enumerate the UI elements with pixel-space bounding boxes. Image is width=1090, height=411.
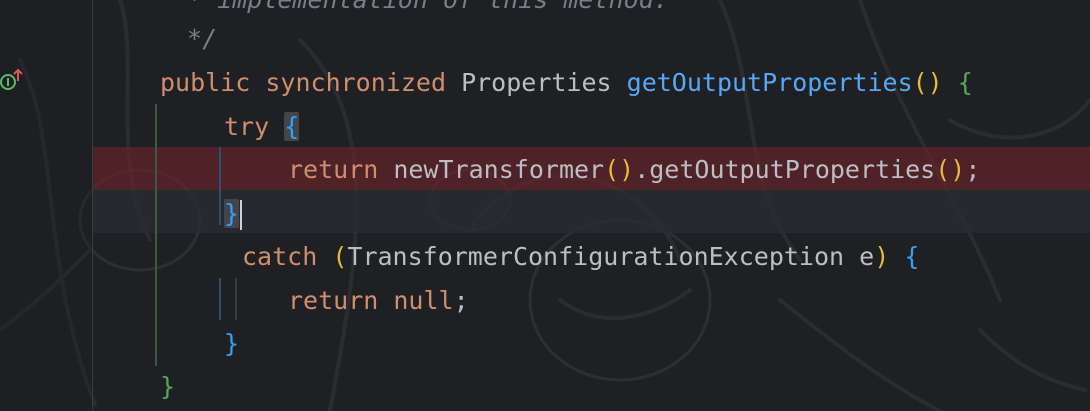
try-close-line[interactable]: } xyxy=(224,192,243,235)
return-transformer-line[interactable]: return newTransformer().getOutputPropert… xyxy=(288,148,980,191)
code-token: ; xyxy=(453,286,469,315)
code-token: try xyxy=(224,112,270,141)
return-null-line[interactable]: return null; xyxy=(288,279,469,322)
method-signature[interactable]: public synchronized Properties getOutput… xyxy=(160,61,973,104)
code-token: ; xyxy=(965,155,981,184)
line-gutter[interactable] xyxy=(0,0,92,411)
code-token: { xyxy=(904,242,920,271)
code-token: catch xyxy=(242,242,318,271)
code-token: } xyxy=(224,199,240,228)
code-token: public xyxy=(160,68,251,97)
current-line-highlight xyxy=(93,190,1090,233)
comment-end[interactable]: */ xyxy=(172,17,217,60)
code-token: { xyxy=(957,68,973,97)
code-token: Properties xyxy=(461,68,612,97)
code-token: } xyxy=(224,329,240,358)
code-token: newTransformer xyxy=(393,155,605,184)
code-token: () xyxy=(912,68,943,97)
comment-line[interactable]: * implementation of this method. xyxy=(172,0,669,21)
try-line[interactable]: try { xyxy=(224,105,300,148)
catch-inner-guide xyxy=(235,278,237,320)
method-scope-guide xyxy=(155,104,157,366)
code-token: () xyxy=(604,155,635,184)
code-token: ( xyxy=(332,242,348,271)
catch-scope-guide xyxy=(219,278,221,320)
catch-close-line[interactable]: } xyxy=(224,322,239,365)
code-token: */ xyxy=(172,24,218,53)
method-close-line[interactable]: } xyxy=(160,365,175,408)
code-token: { xyxy=(284,112,300,141)
code-token: null xyxy=(393,286,454,315)
code-token: return xyxy=(288,155,379,184)
code-token: } xyxy=(160,372,176,401)
code-token: getOutputProperties xyxy=(626,68,913,97)
code-token: .getOutputProperties xyxy=(634,155,936,184)
code-token: * implementation of this method. xyxy=(172,0,669,14)
code-editor[interactable]: * implementation of this method. */ publi… xyxy=(0,0,1090,411)
catch-line[interactable]: catch (TransformerConfigurationException… xyxy=(242,235,919,278)
code-token: synchronized xyxy=(265,68,446,97)
code-token: ) xyxy=(874,242,890,271)
code-token: return xyxy=(288,286,379,315)
implements-override-icon[interactable] xyxy=(0,67,26,93)
text-caret xyxy=(240,200,243,230)
try-scope-guide xyxy=(219,147,221,225)
code-token: () xyxy=(935,155,966,184)
code-token: TransformerConfigurationException e xyxy=(347,242,875,271)
